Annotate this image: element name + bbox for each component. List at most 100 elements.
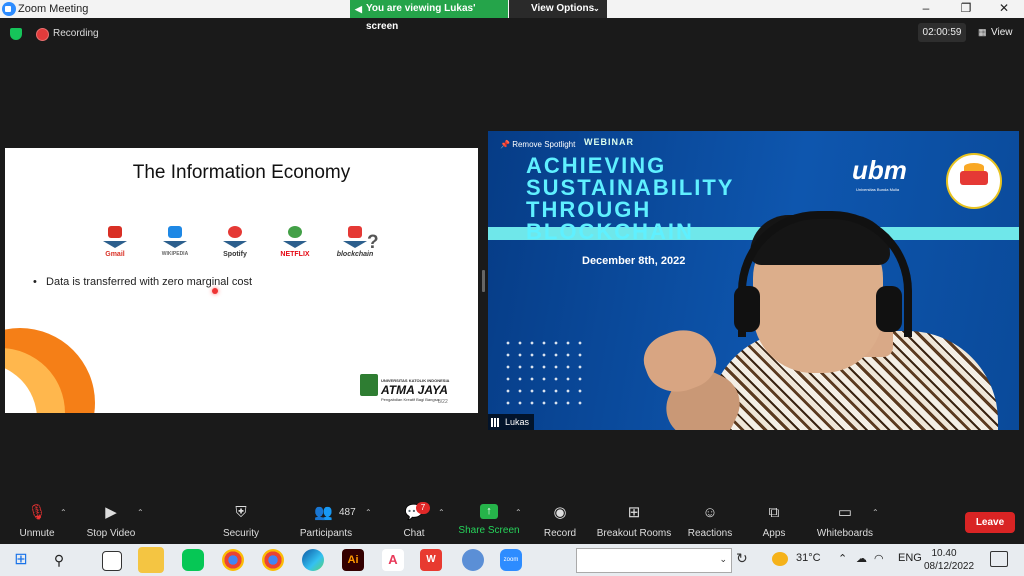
shield-icon: ⛨ xyxy=(235,504,247,521)
notification-icon[interactable] xyxy=(990,551,1008,567)
participant-name-tag: Lukas xyxy=(488,414,534,430)
language-indicator[interactable]: ENG xyxy=(898,552,922,564)
chevron-up-icon[interactable]: ⌃ xyxy=(838,552,847,565)
notion-icon[interactable] xyxy=(102,551,122,571)
viewing-banner: ◀ You are viewing Lukas' screen xyxy=(350,0,508,32)
cloud-icon[interactable]: ☁ xyxy=(856,552,867,565)
breakout-rooms-label: Breakout Rooms xyxy=(596,528,672,539)
chrome-icon[interactable] xyxy=(222,549,244,571)
badge-shape xyxy=(960,171,988,185)
viewing-text: You are viewing Lukas' screen xyxy=(366,3,476,32)
app-icon[interactable] xyxy=(462,549,484,571)
participants-label: Participants xyxy=(299,528,353,539)
windows-taskbar: ⊞ ⚲ Ai A W zoom ⌄ ↻ 31°C ⌃ ☁ ◠ ENG 10.40… xyxy=(0,544,1024,576)
smiley-icon: ☺ xyxy=(702,504,718,521)
headline-line: BLOCKCHAIN xyxy=(526,219,694,244)
system-clock[interactable]: 10.40 08/12/2022 xyxy=(924,547,974,573)
chevron-up-icon[interactable]: ⌃ xyxy=(515,508,522,517)
address-box[interactable]: ⌄ xyxy=(576,548,732,573)
speaker-video: 📌 Remove Spotlight WEBINAR ACHIEVING SUS… xyxy=(488,131,1019,430)
title-bar: Zoom Meeting ◀ You are viewing Lukas' sc… xyxy=(0,0,1024,32)
record-button[interactable]: ◉ Record xyxy=(542,504,578,542)
gmail-logo: Gmail xyxy=(95,226,135,258)
badge-shape xyxy=(964,163,984,171)
encryption-shield-icon[interactable] xyxy=(10,28,22,40)
apps-button[interactable]: ⧉ Apps xyxy=(756,504,792,542)
recording-icon xyxy=(36,28,49,41)
refresh-icon[interactable]: ↻ xyxy=(736,550,748,567)
share-screen-icon: ↑ xyxy=(480,504,498,519)
webinar-label: WEBINAR xyxy=(584,137,634,147)
video-camera-icon: ▶ xyxy=(105,504,117,521)
arrow-down-icon xyxy=(343,241,367,248)
window-title: Zoom Meeting xyxy=(18,3,89,15)
split-resize-handle[interactable] xyxy=(482,270,485,292)
apps-icon: ⧉ xyxy=(768,504,780,521)
partner-badge-icon xyxy=(946,153,1002,209)
weather-sun-icon xyxy=(772,552,788,566)
chat-label: Chat xyxy=(403,528,425,539)
arrow-down-icon xyxy=(163,241,187,248)
slide-bullet: • Data is transferred with zero marginal… xyxy=(33,276,253,288)
breakout-rooms-icon: ⊞ xyxy=(627,504,641,521)
file-explorer-icon[interactable] xyxy=(138,547,164,573)
speaker-icon: ◀ xyxy=(355,4,362,14)
wikipedia-logo: WIKIPEDIA xyxy=(155,226,195,257)
spotify-icon xyxy=(228,226,242,238)
whiteboard-icon: ▭ xyxy=(837,504,853,521)
wikipedia-icon xyxy=(168,226,182,238)
app-icon[interactable]: A xyxy=(382,549,404,571)
chevron-down-icon: ⌄ xyxy=(719,554,727,564)
stop-video-label: Stop Video xyxy=(86,528,136,539)
search-icon[interactable]: ⚲ xyxy=(48,549,70,571)
gmail-icon xyxy=(108,226,122,238)
headline-line: ACHIEVING xyxy=(526,153,667,178)
chevron-up-icon[interactable]: ⌃ xyxy=(137,508,144,517)
breakout-rooms-button[interactable]: ⊞ Breakout Rooms xyxy=(596,504,672,542)
view-button[interactable]: ▦ View xyxy=(974,23,1018,42)
edge-icon[interactable] xyxy=(302,549,324,571)
university-name: ATMA JAYA xyxy=(381,383,448,397)
unmute-button[interactable]: 🎙 Unmute xyxy=(14,504,60,542)
line-app-icon[interactable] xyxy=(182,549,204,571)
headline-line: SUSTAINABILITY xyxy=(526,175,735,200)
wifi-icon[interactable]: ◠ xyxy=(874,552,884,565)
spotify-label: Spotify xyxy=(223,251,247,258)
record-icon: ◉ xyxy=(553,504,567,521)
bullet-text: Data is transferred with zero marginal c… xyxy=(46,276,253,288)
zoom-taskbar-icon[interactable]: zoom xyxy=(500,549,522,571)
share-screen-button[interactable]: ↑ Share Screen xyxy=(458,504,520,542)
arrow-down-icon xyxy=(283,241,307,248)
event-date: December 8th, 2022 xyxy=(582,255,686,267)
chevron-up-icon[interactable]: ⌃ xyxy=(438,508,445,517)
illustrator-icon[interactable]: Ai xyxy=(342,549,364,571)
clock-time: 10.40 xyxy=(931,548,957,559)
chevron-up-icon[interactable]: ⌃ xyxy=(60,508,67,517)
reactions-button[interactable]: ☺ Reactions xyxy=(686,504,734,542)
temperature: 31°C xyxy=(796,552,821,564)
laser-pointer xyxy=(212,288,218,294)
stop-video-button[interactable]: ▶ Stop Video xyxy=(84,504,138,542)
wikipedia-label: WIKIPEDIA xyxy=(161,251,189,257)
chevron-up-icon[interactable]: ⌃ xyxy=(365,508,372,517)
grid-icon: ▦ xyxy=(978,27,987,37)
windows-start-icon[interactable]: ⊞ xyxy=(10,549,32,571)
chrome-profile-icon[interactable] xyxy=(262,549,284,571)
reactions-label: Reactions xyxy=(687,528,733,539)
whiteboards-label: Whiteboards xyxy=(816,528,874,539)
security-button[interactable]: ⛨ Security xyxy=(220,504,262,542)
question-mark: ? xyxy=(367,232,379,253)
restore-button[interactable]: ❐ xyxy=(946,0,986,18)
record-label: Record xyxy=(543,528,577,539)
leave-button[interactable]: Leave xyxy=(965,512,1015,533)
whiteboards-button[interactable]: ▭ Whiteboards xyxy=(814,504,876,542)
view-options-button[interactable]: View Options ⌄ xyxy=(509,0,607,18)
share-screen-label: Share Screen xyxy=(458,525,520,536)
remove-spotlight-button[interactable]: 📌 Remove Spotlight xyxy=(500,140,575,149)
minimize-button[interactable]: – xyxy=(906,0,946,18)
netflix-label: NETFLIX xyxy=(280,251,310,258)
wps-office-icon[interactable]: W xyxy=(420,549,442,571)
security-label: Security xyxy=(222,528,260,539)
chevron-up-icon[interactable]: ⌃ xyxy=(872,508,879,517)
close-button[interactable]: ✕ xyxy=(984,0,1024,18)
